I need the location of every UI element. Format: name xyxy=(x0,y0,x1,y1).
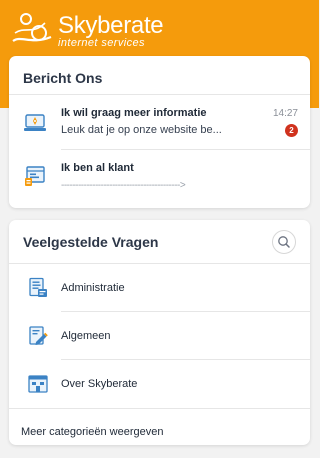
message-item[interactable]: Ik wil graag meer informatie Leuk dat je… xyxy=(9,95,310,149)
company-building-icon xyxy=(28,375,48,393)
search-icon xyxy=(278,236,290,248)
skyberate-logo-mark-icon xyxy=(12,13,52,42)
message-preview: Leuk dat je op onze website be... xyxy=(61,124,222,136)
contact-card-title: Bericht Ons xyxy=(23,70,103,86)
faq-category-item[interactable]: Administratie xyxy=(9,264,310,311)
message-item[interactable]: Ik ben al klant ------------------------… xyxy=(9,150,310,202)
faq-card-title: Veelgestelde Vragen xyxy=(23,234,159,250)
contact-card: Bericht Ons Ik wil graag meer informatie… xyxy=(9,56,310,208)
faq-category-item[interactable]: Algemeen xyxy=(9,312,310,359)
unread-badge: 2 xyxy=(285,124,298,137)
faq-category-label: Administratie xyxy=(61,282,125,294)
message-preview: ----------------------------------------… xyxy=(61,180,186,191)
brand-tagline: internet services xyxy=(58,37,145,49)
more-categories-link[interactable]: Meer categorieën weergeven xyxy=(21,426,163,439)
pencil-document-icon xyxy=(29,326,48,345)
faq-category-item[interactable]: Over Skyberate xyxy=(9,360,310,407)
laptop-chat-icon xyxy=(24,114,46,131)
invoice-document-icon xyxy=(29,277,47,297)
faq-search-button[interactable] xyxy=(272,230,296,254)
faq-card: Veelgestelde Vragen Administratie Algeme… xyxy=(9,220,310,445)
window-dashboard-icon xyxy=(25,166,45,186)
message-title: Ik ben al klant xyxy=(61,162,134,174)
brand-name: Skyberate xyxy=(58,12,164,39)
faq-category-label: Over Skyberate xyxy=(61,378,138,390)
divider xyxy=(9,408,310,409)
message-time: 14:27 xyxy=(272,108,298,119)
skyberate-logo[interactable]: Skyberate internet services xyxy=(11,11,181,49)
message-title: Ik wil graag meer informatie xyxy=(61,107,207,119)
faq-category-label: Algemeen xyxy=(61,330,111,342)
